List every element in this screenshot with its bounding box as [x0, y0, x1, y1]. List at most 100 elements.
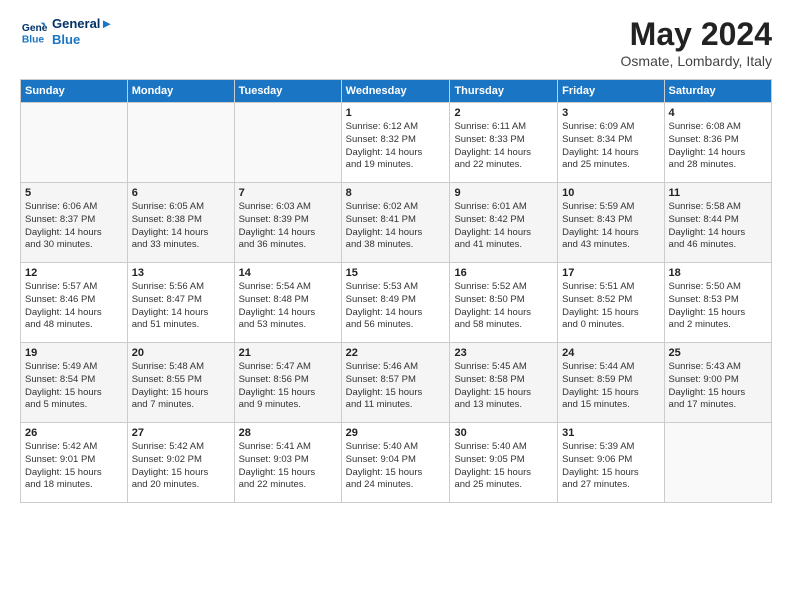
calendar-cell: 22Sunrise: 5:46 AMSunset: 8:57 PMDayligh…	[341, 343, 450, 423]
calendar-cell: 12 Sunrise: 5:57 AMSunset: 8:46 PMDayligh…	[21, 263, 128, 343]
calendar-cell: 3 Sunrise: 6:09 AMSunset: 8:34 PMDaylight…	[558, 103, 664, 183]
day-info: Sunrise: 5:48 AMSunset: 8:55 PMDaylight:…	[132, 361, 230, 412]
logo: General Blue General► Blue	[20, 16, 113, 47]
header: General Blue General► Blue May 2024 Osma…	[20, 16, 772, 69]
calendar-cell	[664, 423, 771, 503]
day-number: 11	[669, 187, 767, 199]
day-number: 29	[346, 427, 446, 439]
logo-text: General► Blue	[52, 16, 113, 47]
calendar-cell: 25 Sunrise: 5:43 AMSunset: 9:00 PMDayligh…	[664, 343, 771, 423]
location: Osmate, Lombardy, Italy	[621, 53, 772, 69]
day-number: 3	[562, 107, 659, 119]
calendar-cell: 6 Sunrise: 6:05 AMSunset: 8:38 PMDaylight…	[127, 183, 234, 263]
day-info: Sunrise: 6:06 AMSunset: 8:37 PMDaylight:…	[25, 201, 123, 252]
day-info: Sunrise: 5:57 AMSunset: 8:46 PMDaylight:…	[25, 281, 123, 332]
calendar-cell: 9 Sunrise: 6:01 AMSunset: 8:42 PMDaylight…	[450, 183, 558, 263]
day-info: Sunrise: 6:01 AMSunset: 8:42 PMDaylight:…	[454, 201, 553, 252]
calendar-body: 1Sunrise: 6:12 AMSunset: 8:32 PMDaylight…	[21, 103, 772, 503]
calendar-cell: 17 Sunrise: 5:51 AMSunset: 8:52 PMDayligh…	[558, 263, 664, 343]
weekday-header-monday: Monday	[127, 80, 234, 103]
calendar-header-row: SundayMondayTuesdayWednesdayThursdayFrid…	[21, 80, 772, 103]
day-info: Sunrise: 5:59 AMSunset: 8:43 PMDaylight:…	[562, 201, 659, 252]
calendar-cell: 31 Sunrise: 5:39 AMSunset: 9:06 PMDayligh…	[558, 423, 664, 503]
calendar-cell	[21, 103, 128, 183]
day-info: Sunrise: 6:08 AMSunset: 8:36 PMDaylight:…	[669, 121, 767, 172]
day-info: Sunrise: 5:41 AMSunset: 9:03 PMDaylight:…	[239, 441, 337, 492]
day-info: Sunrise: 5:43 AMSunset: 9:00 PMDaylight:…	[669, 361, 767, 412]
day-info: Sunrise: 5:50 AMSunset: 8:53 PMDaylight:…	[669, 281, 767, 332]
day-number: 27	[132, 427, 230, 439]
calendar-cell: 30 Sunrise: 5:40 AMSunset: 9:05 PMDayligh…	[450, 423, 558, 503]
day-info: Sunrise: 6:02 AMSunset: 8:41 PMDaylight:…	[346, 201, 446, 252]
weekday-header-wednesday: Wednesday	[341, 80, 450, 103]
weekday-header-friday: Friday	[558, 80, 664, 103]
day-info: Sunrise: 5:58 AMSunset: 8:44 PMDaylight:…	[669, 201, 767, 252]
month-year: May 2024	[621, 16, 772, 53]
day-number: 30	[454, 427, 553, 439]
day-info: Sunrise: 5:42 AMSunset: 9:01 PMDaylight:…	[25, 441, 123, 492]
weekday-header-sunday: Sunday	[21, 80, 128, 103]
calendar-cell: 4Sunrise: 6:08 AMSunset: 8:36 PMDaylight…	[664, 103, 771, 183]
calendar-cell: 8 Sunrise: 6:02 AMSunset: 8:41 PMDaylight…	[341, 183, 450, 263]
weekday-header-thursday: Thursday	[450, 80, 558, 103]
calendar-cell: 1Sunrise: 6:12 AMSunset: 8:32 PMDaylight…	[341, 103, 450, 183]
page: General Blue General► Blue May 2024 Osma…	[0, 0, 792, 612]
day-number: 31	[562, 427, 659, 439]
calendar-cell: 15 Sunrise: 5:53 AMSunset: 8:49 PMDayligh…	[341, 263, 450, 343]
day-info: Sunrise: 5:54 AMSunset: 8:48 PMDaylight:…	[239, 281, 337, 332]
day-info: Sunrise: 6:05 AMSunset: 8:38 PMDaylight:…	[132, 201, 230, 252]
weekday-header-saturday: Saturday	[664, 80, 771, 103]
calendar-cell: 21 Sunrise: 5:47 AMSunset: 8:56 PMDayligh…	[234, 343, 341, 423]
day-info: Sunrise: 5:47 AMSunset: 8:56 PMDaylight:…	[239, 361, 337, 412]
day-number: 6	[132, 187, 230, 199]
day-info: Sunrise: 5:40 AMSunset: 9:05 PMDaylight:…	[454, 441, 553, 492]
day-number: 9	[454, 187, 553, 199]
day-info: Sunrise: 5:52 AMSunset: 8:50 PMDaylight:…	[454, 281, 553, 332]
day-number: 12	[25, 267, 123, 279]
weekday-header-tuesday: Tuesday	[234, 80, 341, 103]
day-number: 16	[454, 267, 553, 279]
calendar-cell: 19Sunrise: 5:49 AMSunset: 8:54 PMDayligh…	[21, 343, 128, 423]
day-number: 21	[239, 347, 337, 359]
calendar-week-2: 5 Sunrise: 6:06 AMSunset: 8:37 PMDaylight…	[21, 183, 772, 263]
calendar-week-3: 12 Sunrise: 5:57 AMSunset: 8:46 PMDayligh…	[21, 263, 772, 343]
calendar-cell: 27 Sunrise: 5:42 AMSunset: 9:02 PMDayligh…	[127, 423, 234, 503]
calendar-cell: 16 Sunrise: 5:52 AMSunset: 8:50 PMDayligh…	[450, 263, 558, 343]
day-info: Sunrise: 5:53 AMSunset: 8:49 PMDaylight:…	[346, 281, 446, 332]
day-number: 25	[669, 347, 767, 359]
calendar-cell	[127, 103, 234, 183]
title-block: May 2024 Osmate, Lombardy, Italy	[621, 16, 772, 69]
day-info: Sunrise: 5:49 AMSunset: 8:54 PMDaylight:…	[25, 361, 123, 412]
calendar-week-1: 1Sunrise: 6:12 AMSunset: 8:32 PMDaylight…	[21, 103, 772, 183]
svg-text:Blue: Blue	[22, 34, 45, 45]
day-number: 7	[239, 187, 337, 199]
day-info: Sunrise: 5:40 AMSunset: 9:04 PMDaylight:…	[346, 441, 446, 492]
day-info: Sunrise: 6:09 AMSunset: 8:34 PMDaylight:…	[562, 121, 659, 172]
day-number: 24	[562, 347, 659, 359]
day-number: 22	[346, 347, 446, 359]
day-info: Sunrise: 5:44 AMSunset: 8:59 PMDaylight:…	[562, 361, 659, 412]
day-number: 20	[132, 347, 230, 359]
day-number: 17	[562, 267, 659, 279]
day-number: 23	[454, 347, 553, 359]
day-number: 26	[25, 427, 123, 439]
calendar-cell: 20 Sunrise: 5:48 AMSunset: 8:55 PMDayligh…	[127, 343, 234, 423]
day-info: Sunrise: 5:51 AMSunset: 8:52 PMDaylight:…	[562, 281, 659, 332]
day-info: Sunrise: 6:11 AMSunset: 8:33 PMDaylight:…	[454, 121, 553, 172]
day-number: 13	[132, 267, 230, 279]
day-info: Sunrise: 5:39 AMSunset: 9:06 PMDaylight:…	[562, 441, 659, 492]
day-number: 14	[239, 267, 337, 279]
day-number: 15	[346, 267, 446, 279]
day-number: 28	[239, 427, 337, 439]
calendar-cell: 2Sunrise: 6:11 AMSunset: 8:33 PMDaylight…	[450, 103, 558, 183]
day-info: Sunrise: 5:42 AMSunset: 9:02 PMDaylight:…	[132, 441, 230, 492]
day-number: 5	[25, 187, 123, 199]
logo-icon: General Blue	[20, 18, 48, 46]
calendar-cell: 13Sunrise: 5:56 AMSunset: 8:47 PMDayligh…	[127, 263, 234, 343]
calendar-cell: 7 Sunrise: 6:03 AMSunset: 8:39 PMDaylight…	[234, 183, 341, 263]
calendar-week-4: 19Sunrise: 5:49 AMSunset: 8:54 PMDayligh…	[21, 343, 772, 423]
calendar-cell: 24 Sunrise: 5:44 AMSunset: 8:59 PMDayligh…	[558, 343, 664, 423]
day-number: 8	[346, 187, 446, 199]
day-info: Sunrise: 6:03 AMSunset: 8:39 PMDaylight:…	[239, 201, 337, 252]
calendar-cell: 29 Sunrise: 5:40 AMSunset: 9:04 PMDayligh…	[341, 423, 450, 503]
